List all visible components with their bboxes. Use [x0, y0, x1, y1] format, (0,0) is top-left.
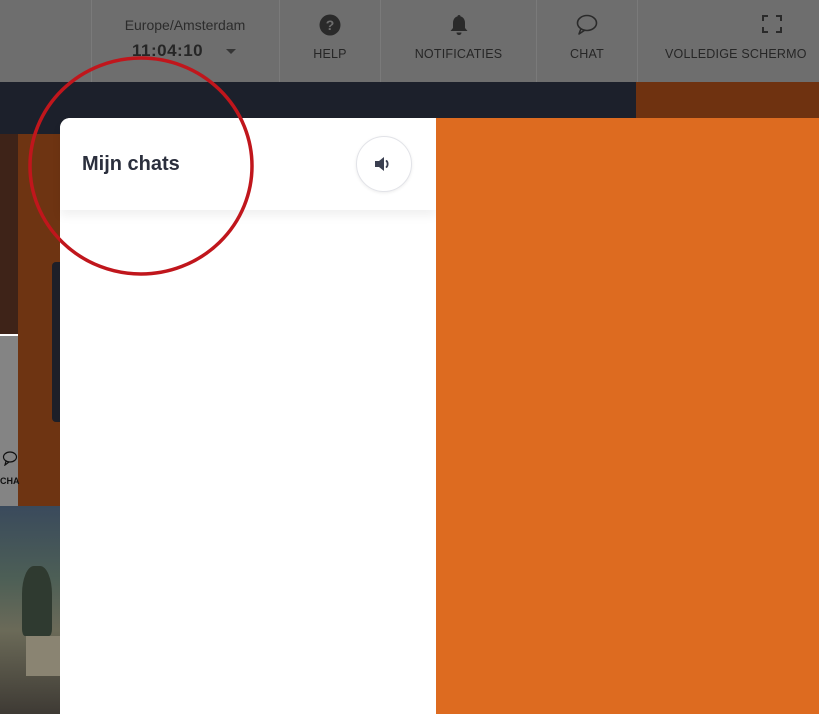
- chat-panel: Mijn chats: [60, 118, 436, 714]
- sound-toggle-button[interactable]: [356, 136, 412, 192]
- fullscreen-icon: [761, 14, 783, 39]
- screen: Europe/Amsterdam 11:04:10 ? HELP NOTIFIC…: [0, 0, 819, 714]
- chat-button[interactable]: CHAT: [537, 0, 637, 82]
- chat-bubble-icon: [575, 14, 599, 41]
- chevron-down-icon[interactable]: [226, 49, 236, 54]
- background-orange-block: [636, 82, 819, 122]
- top-bar: Europe/Amsterdam 11:04:10 ? HELP NOTIFIC…: [0, 0, 819, 82]
- timezone-clock[interactable]: Europe/Amsterdam 11:04:10: [92, 0, 278, 82]
- chat-conversation-area: [436, 118, 819, 714]
- notifications-button[interactable]: NOTIFICATIES: [381, 0, 536, 82]
- background-chat-label: CHA: [0, 476, 20, 486]
- bell-icon: [450, 14, 468, 41]
- notifications-label: NOTIFICATIES: [414, 47, 503, 61]
- fullscreen-label: VOLLEDIGE SCHERMO: [665, 47, 807, 61]
- chat-panel-title: Mijn chats: [82, 153, 180, 175]
- background-photo: [0, 506, 60, 714]
- help-button[interactable]: ? HELP: [280, 0, 380, 82]
- svg-text:?: ?: [326, 17, 335, 33]
- question-circle-icon: ?: [319, 14, 341, 41]
- chat-label: CHAT: [570, 47, 604, 61]
- volume-icon: [375, 157, 389, 171]
- help-label: HELP: [313, 47, 347, 61]
- photo-tree-shape: [22, 566, 52, 636]
- photo-building-shape: [26, 636, 60, 676]
- chat-bubble-icon: [2, 451, 18, 469]
- fullscreen-button[interactable]: VOLLEDIGE SCHERMO: [638, 0, 819, 82]
- timezone-label: Europe/Amsterdam: [124, 17, 246, 33]
- clock-time: 11:04:10: [132, 41, 204, 60]
- chat-panel-header: Mijn chats: [60, 118, 436, 210]
